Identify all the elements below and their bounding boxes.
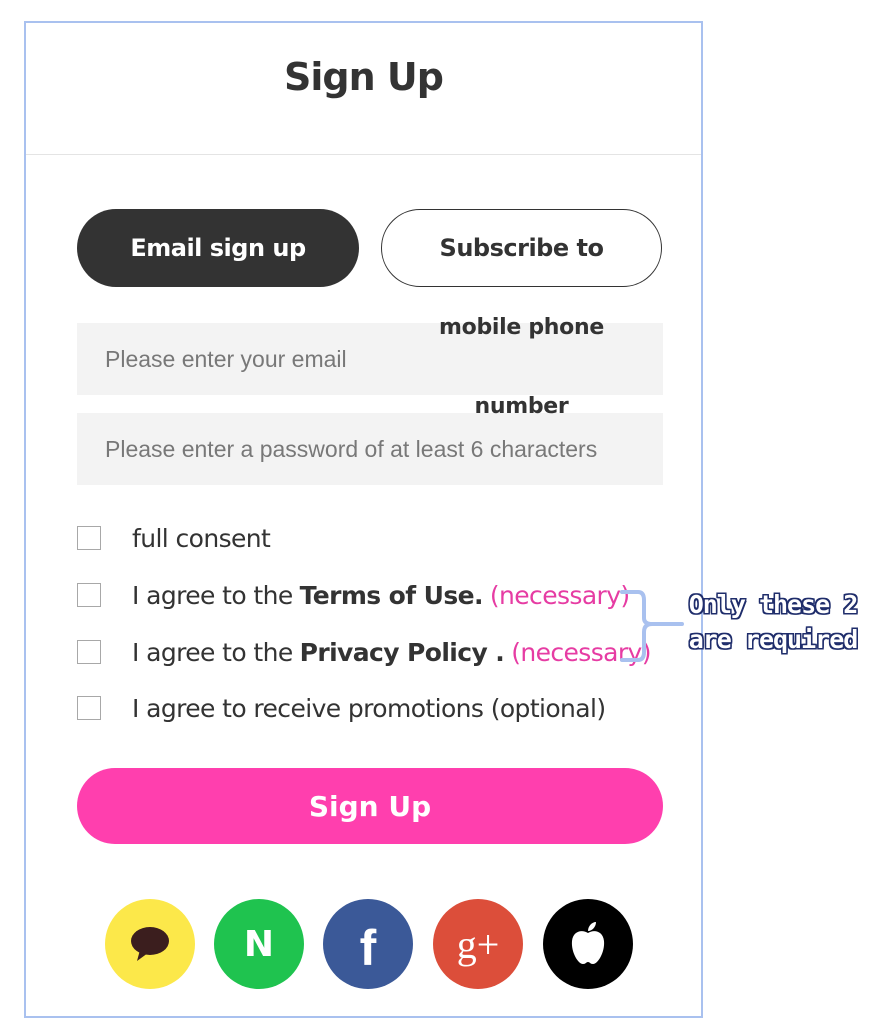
naver-login-button[interactable]: N [214, 899, 304, 989]
privacy-policy-link[interactable]: Privacy Policy . [300, 638, 505, 667]
consent-all-checkbox[interactable] [77, 526, 101, 550]
apple-login-button[interactable] [543, 899, 633, 989]
naver-icon: N [243, 923, 275, 965]
signup-button[interactable]: Sign Up [77, 768, 663, 844]
signup-panel: Sign Up Email sign up Subscribe to mobil… [24, 21, 703, 1018]
google-plus-icon: g+ [456, 921, 500, 967]
consent-terms-checkbox[interactable] [77, 583, 101, 607]
consent-all-row: full consent [77, 523, 271, 553]
annotation-line-1: Only these 2 [688, 590, 859, 619]
kakao-login-button[interactable] [105, 899, 195, 989]
panel-header: Sign Up [26, 23, 701, 155]
bracket-annotation [620, 590, 684, 662]
consent-terms-row: I agree to the Terms of Use. (necessary) [77, 580, 630, 610]
kakao-icon [131, 927, 169, 961]
consent-all-label: full consent [132, 523, 271, 553]
tab-email-signup[interactable]: Email sign up [77, 209, 359, 287]
consent-promotions-checkbox[interactable] [77, 696, 101, 720]
tab-phone-label-overflow: mobile phone [439, 315, 604, 340]
page-title: Sign Up [284, 55, 444, 99]
necessary-tag: (necessary) [489, 580, 630, 610]
google-plus-login-button[interactable]: g+ [433, 899, 523, 989]
facebook-icon: f [359, 920, 377, 976]
consent-privacy-prefix: I agree to the [132, 637, 293, 667]
tab-phone-signup[interactable]: Subscribe to [381, 209, 662, 287]
consent-privacy-checkbox[interactable] [77, 640, 101, 664]
consent-promotions-label: I agree to receive promotions (optional) [132, 693, 606, 723]
required-annotation: Only these 2 are required [683, 587, 863, 657]
terms-of-use-link[interactable]: Terms of Use. [300, 581, 484, 610]
password-input[interactable] [77, 413, 663, 485]
consent-privacy-row: I agree to the Privacy Policy . (necessa… [77, 637, 651, 667]
consent-terms-prefix: I agree to the [132, 580, 293, 610]
facebook-login-button[interactable]: f [323, 899, 413, 989]
tab-phone-label-overflow-2: number [474, 394, 569, 419]
annotation-line-2: are required [688, 625, 859, 654]
consent-promotions-row: I agree to receive promotions (optional) [77, 693, 606, 723]
apple-icon [571, 922, 605, 964]
